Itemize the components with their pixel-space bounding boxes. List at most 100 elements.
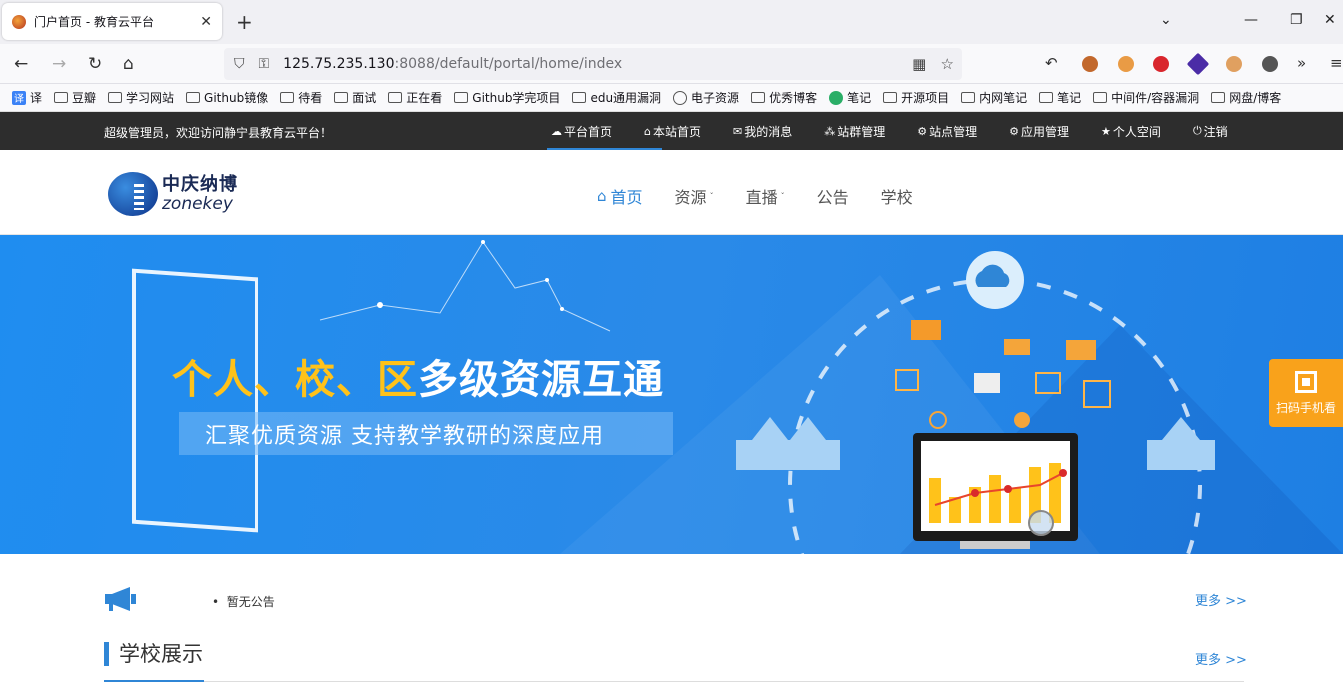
topnav-site-group[interactable]: ⁂ 站群管理	[824, 112, 885, 150]
folder-icon	[883, 92, 898, 103]
globe-icon	[673, 90, 688, 105]
url-host: 125.75.235.130	[283, 56, 395, 72]
lock-warning-icon[interactable]: ⚿	[259, 56, 270, 72]
hero-banner[interactable]: 个人、校、区多级资源互通 汇聚优质资源 支持教学教研的深度应用	[0, 235, 1343, 554]
shield-icon[interactable]: ⛉	[234, 56, 245, 72]
qr-bookmark-icons[interactable]: ▦ ☆	[912, 55, 954, 73]
folder-icon	[1211, 92, 1226, 103]
back-icon[interactable]: ←	[14, 54, 28, 74]
topnav-app-manage[interactable]: ⚙ 应用管理	[1009, 112, 1069, 150]
sitemap-icon: ⁂	[824, 124, 836, 138]
folder-icon	[1039, 92, 1054, 103]
gears-icon: ⚙	[917, 124, 928, 138]
nav-home[interactable]: ⌂ 首页	[597, 184, 643, 208]
extension-purple-icon[interactable]	[1186, 52, 1210, 76]
site-header: 中庆纳博 zonekey ⌂ 首页 资源 ˇ 直播 ˇ 公告 学校	[0, 150, 1343, 235]
bookmark-interview[interactable]: 面试	[334, 89, 376, 106]
top-nav: ☁ 平台首页 ⌂ 本站首页 ✉ 我的消息 ⁂ 站群管理 ⚙ 站点管理 ⚙ 应用管理 ★ 个人空…	[546, 112, 1260, 150]
topnav-personal-space[interactable]: ★ 个人空间	[1101, 112, 1161, 150]
bookmark-ebooks[interactable]: 电子资源	[673, 89, 739, 106]
restore-icon[interactable]: ❐	[1290, 12, 1303, 28]
menu-icon[interactable]: ≡	[1330, 54, 1343, 72]
close-tab-icon[interactable]: ✕	[200, 14, 212, 30]
folder-icon	[186, 92, 201, 103]
overflow-icon[interactable]: »	[1297, 54, 1306, 72]
bookmark-douban[interactable]: 豆瓣	[54, 89, 96, 106]
extension-bug-icon[interactable]	[1262, 56, 1278, 72]
notice-more-link[interactable]: 更多 >>	[1195, 590, 1247, 609]
browser-navbar: ← → ↻ ⌂ ⛉ ⚿ 125.75.235.130 :8088/default…	[0, 44, 1343, 84]
nav-announcements[interactable]: 公告	[817, 184, 849, 208]
extension-cookie-icon[interactable]	[1082, 56, 1098, 72]
url-bar[interactable]: ⛉ ⚿ 125.75.235.130 :8088/default/portal/…	[224, 48, 962, 80]
bookmark-netdisk[interactable]: 网盘/博客	[1211, 89, 1281, 106]
welcome-text: 超级管理员，欢迎访问静宁县教育云平台！	[104, 126, 333, 140]
bookmark-github-done[interactable]: Github学完项目	[454, 89, 560, 106]
zonekey-logo[interactable]: 中庆纳博 zonekey	[108, 172, 238, 216]
tab-title: 门户首页 - 教育云平台	[34, 15, 154, 29]
home-icon[interactable]: ⌂	[123, 54, 134, 74]
bookmark-blogs[interactable]: 优秀博客	[751, 89, 817, 106]
url-path: :8088/default/portal/home/index	[394, 56, 623, 72]
nav-resources[interactable]: 资源 ˇ	[675, 184, 714, 208]
folder-icon	[1093, 92, 1108, 103]
bookmark-github-mirror[interactable]: Github镜像	[186, 89, 268, 106]
bookmark-middleware[interactable]: 中间件/容器漏洞	[1093, 89, 1199, 106]
bookmark-intranet[interactable]: 内网笔记	[961, 89, 1027, 106]
forward-icon[interactable]: →	[52, 54, 66, 74]
undo-icon[interactable]: ↶	[1045, 54, 1058, 72]
minimize-icon[interactable]: —	[1244, 12, 1258, 28]
wechat-icon	[829, 90, 844, 105]
site-topbar: 超级管理员，欢迎访问静宁县教育云平台！ ☁ 平台首页 ⌂ 本站首页 ✉ 我的消息 ⁂ 站…	[0, 112, 1343, 150]
scan-mobile-button[interactable]: 扫码手机看	[1269, 359, 1343, 427]
folder-icon	[108, 92, 123, 103]
folder-icon	[334, 92, 349, 103]
bookmark-to-watch[interactable]: 待看	[280, 89, 322, 106]
nav-schools[interactable]: 学校	[881, 184, 913, 208]
home-icon: ⌂	[597, 187, 607, 205]
bookmark-watching[interactable]: 正在看	[388, 89, 442, 106]
reload-icon[interactable]: ↻	[88, 54, 102, 74]
bookmark-learning[interactable]: 学习网站	[108, 89, 174, 106]
qr-code-icon	[1295, 371, 1317, 393]
nav-live[interactable]: 直播 ˇ	[746, 184, 785, 208]
chevron-down-icon: ˇ	[709, 191, 714, 201]
topnav-messages[interactable]: ✉ 我的消息	[733, 112, 792, 150]
megaphone-icon	[105, 587, 136, 611]
extension-tool-icon[interactable]	[1226, 56, 1242, 72]
chevron-down-icon: ˇ	[780, 191, 785, 201]
new-tab-icon[interactable]: +	[236, 10, 253, 34]
adblock-icon[interactable]	[1153, 56, 1169, 72]
school-more-link[interactable]: 更多 >>	[1195, 649, 1247, 668]
logo-en: zonekey	[162, 193, 233, 214]
chevron-down-icon[interactable]: ⌄	[1160, 12, 1172, 28]
bookmark-notes[interactable]: 笔记	[1039, 89, 1081, 106]
page-content: • 暂无公告 更多 >> 学校展示 更多 >>	[0, 554, 1343, 690]
bookmark-open-source[interactable]: 开源项目	[883, 89, 949, 106]
folder-icon	[751, 92, 766, 103]
bookmark-notes-wechat[interactable]: 笔记	[829, 89, 871, 106]
section-title: 学校展示	[104, 642, 203, 666]
topnav-platform-home[interactable]: ☁ 平台首页	[546, 112, 663, 150]
topnav-site-home[interactable]: ⌂ 本站首页	[644, 112, 701, 150]
browser-tab[interactable]: 门户首页 - 教育云平台 ✕	[2, 3, 222, 40]
cloud-icon: ☁	[551, 124, 562, 138]
bookmark-edu-vuln[interactable]: edu通用漏洞	[572, 89, 661, 106]
folder-icon	[280, 92, 295, 103]
folder-icon	[454, 92, 469, 103]
bookmarks-bar: 译译 豆瓣 学习网站 Github镜像 待看 面试 正在看 Github学完项目…	[0, 84, 1343, 112]
power-icon: ⏻	[1192, 124, 1202, 137]
close-window-icon[interactable]: ✕	[1324, 12, 1336, 28]
folder-icon	[961, 92, 976, 103]
topnav-logout[interactable]: ⏻ 注销	[1193, 112, 1228, 150]
envelope-icon: ✉	[733, 124, 743, 138]
gear-icon: ⚙	[1009, 124, 1020, 138]
section-divider	[104, 681, 1244, 682]
logo-cn: 中庆纳博	[162, 173, 238, 195]
favicon-icon	[12, 14, 26, 29]
topnav-site-manage[interactable]: ⚙ 站点管理	[917, 112, 977, 150]
folder-icon	[572, 92, 587, 103]
section-divider-accent	[104, 680, 204, 682]
bookmark-translate[interactable]: 译译	[12, 89, 42, 106]
extension-orange-icon[interactable]	[1118, 56, 1134, 72]
